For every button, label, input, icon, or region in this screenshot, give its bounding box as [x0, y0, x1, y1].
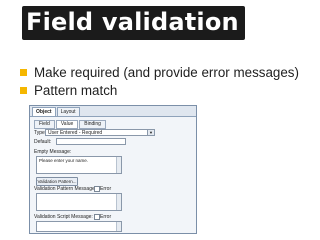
bullet-marker-icon	[20, 69, 27, 76]
validation-pattern-button[interactable]: Validation Pattern...	[36, 177, 78, 186]
subtab-binding[interactable]: Binding	[79, 120, 106, 129]
script-error-label: Error	[100, 214, 112, 220]
empty-message-label: Empty Message:	[34, 149, 72, 155]
validation-pattern-message-label: Validation Pattern Message:	[34, 186, 97, 192]
slide-title: Field validation	[22, 6, 245, 40]
empty-message-input[interactable]: Please enter your name.	[36, 156, 122, 174]
field-properties-screenshot: Object Layout Field Value Binding Type: …	[29, 105, 197, 234]
validation-script-message-label: Validation Script Message:	[34, 214, 93, 220]
subtab-field[interactable]: Field	[34, 120, 55, 129]
pattern-error-label: Error	[100, 186, 112, 192]
tab-object[interactable]: Object	[32, 107, 56, 116]
bullet-item: Pattern match	[20, 82, 299, 100]
default-label: Default:	[34, 139, 52, 145]
bullet-item: Make required (and provide error message…	[20, 64, 299, 82]
validation-pattern-message-input[interactable]	[36, 193, 122, 211]
bullet-text: Make required (and provide error message…	[34, 65, 299, 80]
scrollbar[interactable]	[116, 157, 121, 173]
bullet-list: Make required (and provide error message…	[20, 64, 299, 100]
type-select-value: User Entered - Required	[48, 130, 103, 136]
scrollbar[interactable]	[116, 222, 121, 231]
type-select[interactable]: User Entered - Required ▼	[45, 129, 155, 136]
tab-layout[interactable]: Layout	[56, 107, 80, 116]
default-input[interactable]	[56, 138, 126, 145]
palette-tabs: Object Layout	[30, 106, 196, 117]
object-subtabs: Field Value Binding	[34, 120, 107, 129]
bullet-marker-icon	[20, 87, 27, 94]
chevron-down-icon[interactable]: ▼	[147, 130, 154, 135]
subtab-value[interactable]: Value	[55, 120, 79, 129]
empty-message-value: Please enter your name.	[39, 158, 89, 163]
scrollbar[interactable]	[116, 194, 121, 210]
validation-script-message-input[interactable]	[36, 221, 122, 232]
bullet-text: Pattern match	[34, 83, 118, 98]
